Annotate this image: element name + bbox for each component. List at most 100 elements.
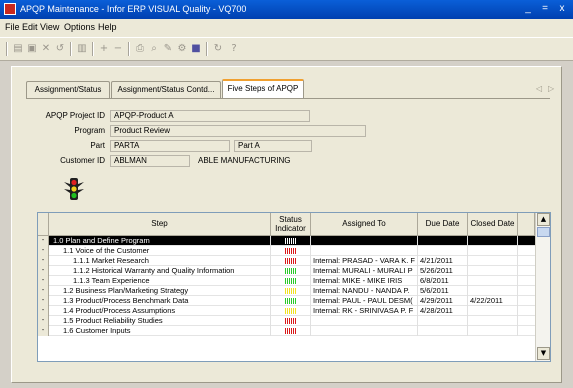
due-date-cell: [418, 326, 468, 336]
status-indicator-cell: [271, 326, 311, 336]
toolbar-separator: [92, 42, 94, 56]
cut-icon[interactable]: ✕: [40, 42, 52, 55]
project-id-field[interactable]: APQP-Product A: [110, 110, 310, 122]
minimize-button[interactable]: _: [521, 2, 535, 16]
menu-edit[interactable]: Edit: [22, 22, 38, 32]
maximize-button[interactable]: =: [538, 2, 552, 16]
help-icon[interactable]: ?: [228, 42, 240, 55]
due-date-cell: 5/6/2011: [418, 286, 468, 296]
step-cell: 1.3 Product/Process Benchmark Data: [49, 296, 271, 306]
customer-name: ABLE MANUFACTURING: [198, 156, 291, 165]
status-indicator: [285, 278, 297, 284]
row-expand-toggle[interactable]: -: [38, 246, 49, 256]
col-assigned-to[interactable]: Assigned To: [311, 213, 418, 235]
table-row[interactable]: -1.5 Product Reliability Studies: [38, 316, 535, 326]
tab-assignment-status-contd[interactable]: Assignment/Status Contd...: [111, 81, 221, 98]
assigned-to-cell: Internal: RK - SRINIVASA P. F: [311, 306, 418, 316]
closed-date-cell: [468, 266, 518, 276]
part-description-field: Part A: [234, 140, 312, 152]
refresh-icon[interactable]: ↻: [212, 42, 224, 55]
table-row[interactable]: -1.1 Voice of the Customer: [38, 246, 535, 256]
table-row[interactable]: -1.2 Business Plan/Marketing Strategy Int…: [38, 286, 535, 296]
scroll-up-button[interactable]: ▲: [537, 213, 550, 226]
app-icon: [4, 3, 16, 15]
step-cell: 1.1.3 Team Experience: [49, 276, 271, 286]
step-cell: 1.4 Product/Process Assumptions: [49, 306, 271, 316]
scroll-down-button[interactable]: ▼: [537, 347, 550, 360]
toolbar-separator: [6, 42, 8, 56]
customer-id-field[interactable]: ABLMAN: [110, 155, 190, 167]
table-row[interactable]: -1.1.1 Market Research Internal: PRASAD -…: [38, 256, 535, 266]
vertical-scrollbar[interactable]: ▲ ▼: [535, 213, 550, 361]
col-closed-date[interactable]: Closed Date: [468, 213, 518, 235]
table-row[interactable]: -1.1.2 Historical Warranty and Quality I…: [38, 266, 535, 276]
tab-next-icon[interactable]: ▷: [548, 84, 554, 93]
due-date-cell: 4/28/2011: [418, 306, 468, 316]
undo-icon[interactable]: ↺: [54, 42, 66, 55]
table-row[interactable]: -1.0 Plan and Define Program: [38, 236, 535, 246]
col-status-indicator[interactable]: Status Indicator: [271, 213, 311, 235]
scroll-thumb[interactable]: [537, 227, 550, 237]
closed-date-cell: [468, 326, 518, 336]
due-date-cell: 4/21/2011: [418, 256, 468, 266]
tab-assignment-status[interactable]: Assignment/Status: [26, 81, 110, 98]
status-indicator-cell: [271, 286, 311, 296]
table-row[interactable]: -1.3 Product/Process Benchmark Data Inter…: [38, 296, 535, 306]
due-date-cell: [418, 316, 468, 326]
toolbar: ▤ ▣ ✕ ↺ ▥ + − ⎙ ⌕ ✎ ⚙ ■ ↻ ?: [0, 37, 573, 61]
tab-five-steps-of-apqp[interactable]: Five Steps of APQP: [222, 79, 304, 98]
row-expand-toggle[interactable]: -: [38, 266, 49, 276]
menu-options[interactable]: Options: [64, 22, 95, 32]
copy-icon[interactable]: ▣: [26, 42, 38, 55]
due-date-cell: [418, 246, 468, 256]
find-icon[interactable]: ⌕: [148, 42, 160, 55]
row-expand-toggle[interactable]: -: [38, 276, 49, 286]
row-expand-toggle[interactable]: -: [38, 306, 49, 316]
tab-divider: [26, 98, 550, 99]
close-button[interactable]: x: [555, 2, 569, 16]
calendar-icon[interactable]: ■: [190, 42, 202, 55]
part-field[interactable]: PARTA: [110, 140, 230, 152]
paste-icon[interactable]: ▥: [76, 42, 88, 55]
window-title: APQP Maintenance - Infor ERP VISUAL Qual…: [20, 4, 247, 14]
row-expand-toggle[interactable]: -: [38, 296, 49, 306]
row-expand-toggle[interactable]: -: [38, 316, 49, 326]
table-row[interactable]: -1.1.3 Team Experience Internal: MIKE - M…: [38, 276, 535, 286]
title-bar: APQP Maintenance - Infor ERP VISUAL Qual…: [0, 0, 573, 19]
row-expand-toggle[interactable]: -: [38, 326, 49, 336]
due-date-cell: 5/26/2011: [418, 266, 468, 276]
table-row[interactable]: -1.4 Product/Process Assumptions Internal…: [38, 306, 535, 316]
print-icon[interactable]: ⎙: [134, 42, 146, 55]
attach-icon[interactable]: ✎: [162, 42, 174, 55]
status-indicator-cell: [271, 276, 311, 286]
menu-help[interactable]: Help: [98, 22, 117, 32]
status-indicator: [285, 258, 297, 264]
add-row-icon[interactable]: +: [98, 42, 110, 55]
status-indicator-cell: [271, 246, 311, 256]
closed-date-cell: [468, 286, 518, 296]
project-id-label: APQP Project ID: [45, 111, 105, 120]
step-cell: 1.1 Voice of the Customer: [49, 246, 271, 256]
assigned-to-cell: [311, 326, 418, 336]
table-row[interactable]: -1.6 Customer Inputs: [38, 326, 535, 336]
tab-prev-icon[interactable]: ◁: [536, 84, 542, 93]
row-expand-toggle[interactable]: -: [38, 236, 49, 246]
row-expand-toggle[interactable]: -: [38, 256, 49, 266]
toolbar-separator: [70, 42, 72, 56]
status-indicator: [285, 328, 297, 334]
gear-icon[interactable]: ⚙: [176, 42, 188, 55]
col-status-line1: Status: [279, 215, 302, 224]
row-expand-toggle[interactable]: -: [38, 286, 49, 296]
step-cell: 1.0 Plan and Define Program: [49, 236, 271, 246]
status-indicator: [285, 238, 297, 244]
menu-view[interactable]: View: [40, 22, 59, 32]
menu-file[interactable]: File: [5, 22, 20, 32]
delete-row-icon[interactable]: −: [112, 42, 124, 55]
part-label: Part: [90, 141, 105, 150]
col-step[interactable]: Step: [49, 213, 271, 235]
col-due-date[interactable]: Due Date: [418, 213, 468, 235]
save-icon[interactable]: ▤: [12, 42, 24, 55]
program-field[interactable]: Product Review: [110, 125, 366, 137]
step-cell: 1.1.2 Historical Warranty and Quality In…: [49, 266, 271, 276]
assigned-to-cell: [311, 316, 418, 326]
